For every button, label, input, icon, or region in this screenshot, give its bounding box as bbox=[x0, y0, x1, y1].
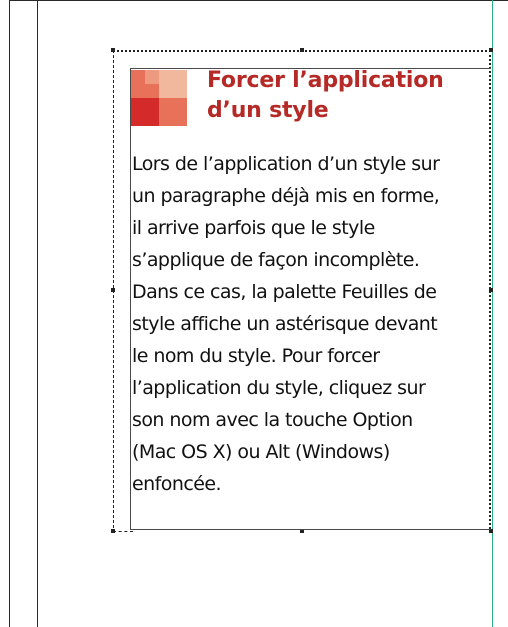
sidebar-title: Forcer l’application d’un style bbox=[207, 68, 444, 123]
frame-handle-top-center[interactable] bbox=[300, 48, 304, 52]
square-top-left bbox=[131, 70, 159, 98]
margin-guide bbox=[37, 0, 38, 627]
page-top-edge bbox=[9, 0, 508, 1]
red-squares-icon bbox=[131, 70, 187, 126]
frame-handle-top-left[interactable] bbox=[111, 48, 115, 52]
sidebar-body-text[interactable]: Lors de l’application d’un style sur un … bbox=[132, 148, 488, 500]
frame-handle-middle-left[interactable] bbox=[111, 288, 115, 292]
selected-frame-bottom-edge bbox=[113, 531, 133, 533]
document-page: Forcer l’application d’un style Lors de … bbox=[0, 0, 508, 627]
frame-handle-top-right[interactable] bbox=[489, 48, 493, 52]
page-left-edge bbox=[9, 0, 10, 627]
frame-handle-bottom-left[interactable] bbox=[111, 529, 115, 533]
square-bottom-right bbox=[159, 98, 187, 126]
square-top-right bbox=[159, 70, 187, 98]
square-bottom-left bbox=[131, 98, 159, 126]
